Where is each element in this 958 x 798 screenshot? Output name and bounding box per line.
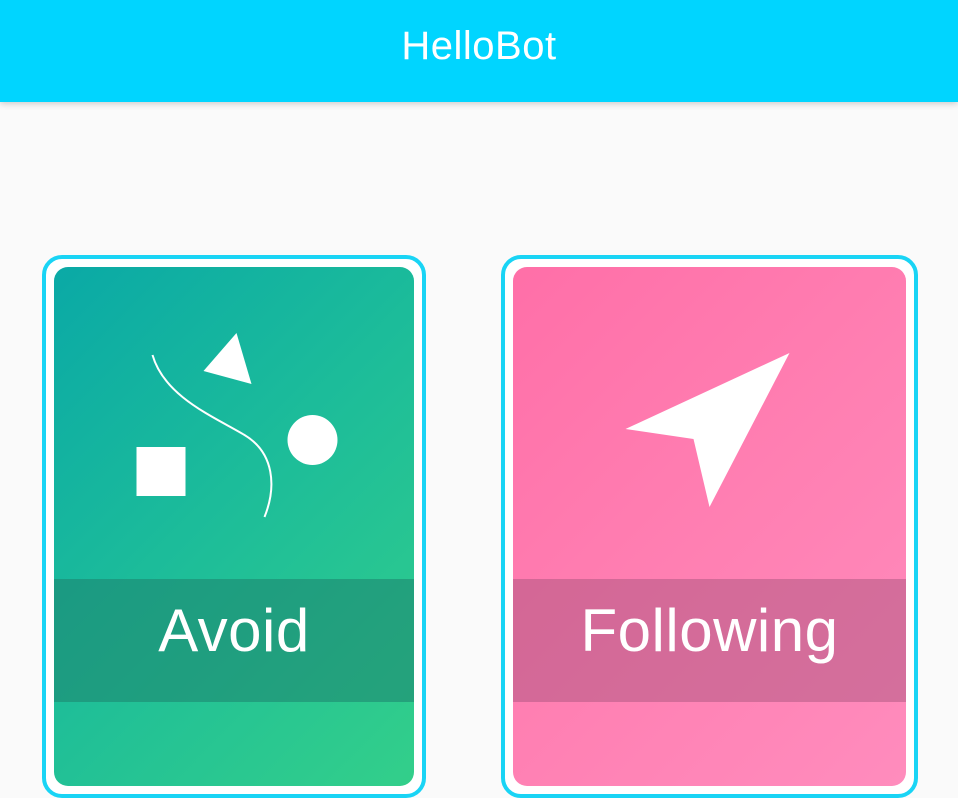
mode-selection-area: Avoid Following: [0, 102, 958, 798]
avoid-mode-card: Avoid: [54, 267, 414, 786]
following-mode-button[interactable]: Following: [501, 255, 918, 798]
following-label-band: Following: [513, 579, 906, 702]
app-bar: HelloBot: [0, 0, 958, 102]
navigation-arrow-icon: [513, 267, 906, 579]
avoid-label: Avoid: [158, 597, 310, 664]
following-mode-card: Following: [513, 267, 906, 786]
app-title: HelloBot: [401, 23, 557, 68]
avoid-label-band: Avoid: [54, 579, 414, 702]
avoid-mode-button[interactable]: Avoid: [42, 255, 426, 798]
following-label: Following: [580, 597, 839, 664]
obstacle-avoid-icon: [54, 267, 414, 579]
